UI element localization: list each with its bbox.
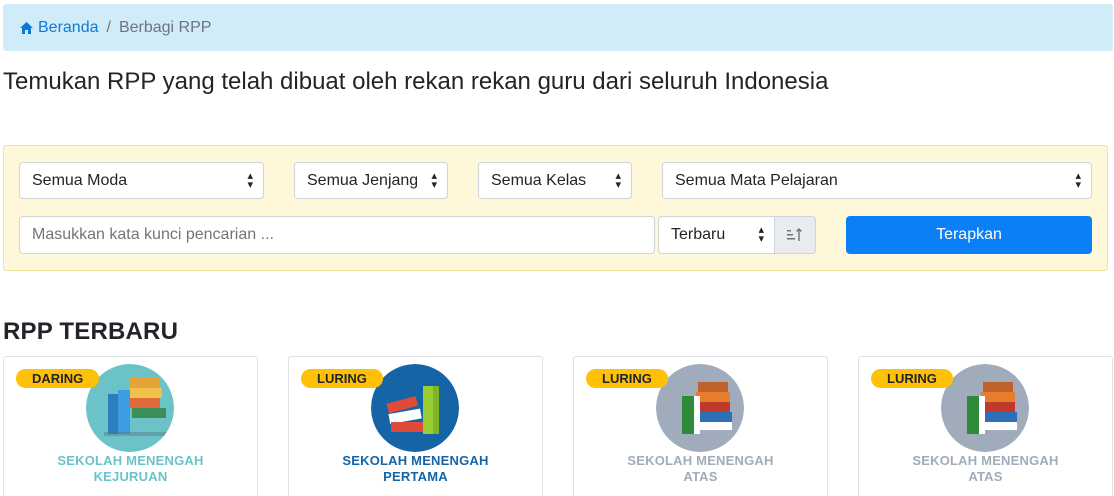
school-level-line2: PERTAMA (383, 469, 448, 484)
books-emblem-icon (371, 364, 459, 452)
moda-select[interactable]: Semua Moda ▴ ▾ (19, 162, 264, 199)
school-level-label: SEKOLAH MENENGAH ATAS (859, 453, 1112, 485)
select-arrows-icon: ▴ ▾ (431, 170, 437, 191)
apply-button[interactable]: Terapkan (846, 216, 1092, 254)
moda-select-value: Semua Moda (32, 171, 128, 189)
home-icon (20, 21, 33, 34)
school-level-line2: KEJURUAN (93, 469, 168, 484)
books-emblem-icon (86, 364, 174, 452)
mode-badge: LURING (586, 369, 668, 388)
school-level-label: SEKOLAH MENENGAH KEJURUAN (4, 453, 257, 485)
rpp-card[interactable]: LURING SEKOLAH MENENGAH PERTAMA (288, 356, 543, 496)
breadcrumb-current: Berbagi RPP (118, 18, 212, 36)
mode-badge: DARING (16, 369, 100, 388)
jenjang-select-value: Semua Jenjang (307, 171, 417, 189)
books-emblem-icon (656, 364, 744, 452)
select-arrows-icon: ▴ ▾ (758, 224, 764, 245)
sort-direction-button[interactable] (774, 216, 816, 254)
school-level-line2: ATAS (968, 469, 1003, 484)
school-level-line1: SEKOLAH MENENGAH (912, 453, 1059, 468)
select-arrows-icon: ▴ ▾ (615, 170, 621, 191)
section-title: RPP TERBARU (3, 318, 179, 345)
rpp-card[interactable]: LURING SEKOLAH MENENGAH ATAS (573, 356, 828, 496)
sort-select-value: Terbaru (671, 226, 726, 243)
mode-badge: LURING (871, 369, 953, 388)
breadcrumb-home-label: Beranda (38, 18, 99, 36)
filter-panel: Semua Moda ▴ ▾ Semua Jenjang ▴ ▾ Semua Kel… (3, 145, 1108, 271)
school-level-line1: SEKOLAH MENENGAH (627, 453, 774, 468)
search-input[interactable] (19, 216, 655, 254)
mapel-select[interactable]: Semua Mata Pelajaran ▴ ▾ (662, 162, 1092, 199)
select-arrows-icon: ▴ ▾ (247, 170, 253, 191)
select-arrows-icon: ▴ ▾ (1075, 170, 1081, 191)
kelas-select-value: Semua Kelas (491, 171, 587, 189)
sort-select[interactable]: Terbaru ▴ ▾ (658, 216, 775, 254)
mapel-select-value: Semua Mata Pelajaran (675, 171, 838, 189)
school-level-label: SEKOLAH MENENGAH PERTAMA (289, 453, 542, 485)
school-level-line1: SEKOLAH MENENGAH (342, 453, 489, 468)
mode-badge: LURING (301, 369, 383, 388)
page-intro: Temukan RPP yang telah dibuat oleh rekan… (3, 68, 829, 95)
school-level-line1: SEKOLAH MENENGAH (57, 453, 204, 468)
rpp-card[interactable]: DARING SEKOLAH MENENGAH KEJURUAN (3, 356, 258, 496)
rpp-card[interactable]: LURING SEKOLAH MENENGAH ATAS (858, 356, 1113, 496)
jenjang-select[interactable]: Semua Jenjang ▴ ▾ (294, 162, 448, 199)
school-level-label: SEKOLAH MENENGAH ATAS (574, 453, 827, 485)
breadcrumb-home-link[interactable]: Beranda (20, 19, 99, 37)
books-emblem-icon (941, 364, 1029, 452)
sort-amount-icon (787, 228, 802, 241)
breadcrumb-separator: / (106, 18, 111, 36)
school-level-line2: ATAS (683, 469, 718, 484)
kelas-select[interactable]: Semua Kelas ▴ ▾ (478, 162, 632, 199)
breadcrumb: Beranda / Berbagi RPP (3, 4, 1113, 51)
